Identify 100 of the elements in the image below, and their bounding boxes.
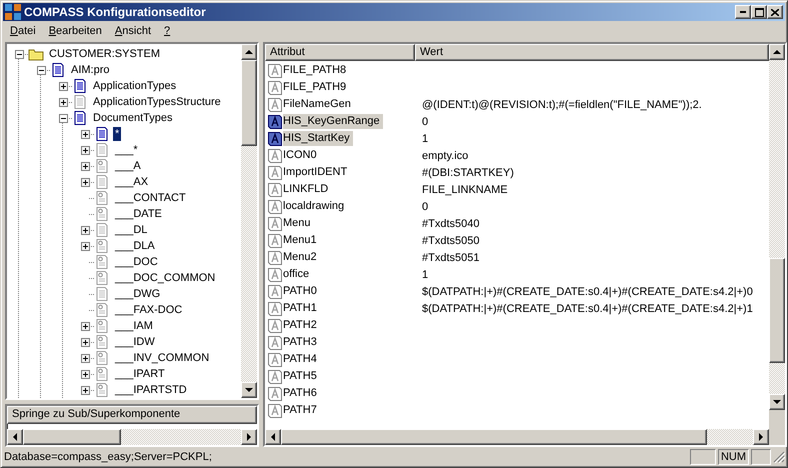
scroll-thumb[interactable] xyxy=(281,429,707,445)
tree-item[interactable]: ___* xyxy=(113,143,140,157)
attribute-name[interactable]: PATH4 xyxy=(283,352,320,367)
attribute-name[interactable]: FILE_PATH9 xyxy=(283,80,350,95)
attribute-value: #(DBI:STARTKEY) xyxy=(421,166,514,178)
expand-toggle-icon[interactable] xyxy=(80,242,90,250)
expand-toggle-icon[interactable] xyxy=(80,386,90,394)
attribute-name[interactable]: Menu2 xyxy=(283,250,320,265)
tree-item[interactable]: ___DOC xyxy=(113,255,160,269)
panel-header: Springe zu Sub/Superkomponente xyxy=(7,406,257,424)
attribute-name[interactable]: Menu1 xyxy=(283,233,320,248)
triangle-down-icon xyxy=(245,388,253,392)
resize-grip-icon xyxy=(773,451,785,463)
minimize-icon xyxy=(740,11,746,13)
attribute-document-icon xyxy=(94,366,110,382)
expand-toggle-icon[interactable] xyxy=(80,370,90,378)
scroll-down-button[interactable] xyxy=(241,382,257,398)
attribute-name[interactable]: HIS_KeyGenRange xyxy=(283,114,383,129)
tree-item[interactable]: * xyxy=(113,127,122,141)
attribute-name[interactable]: PATH7 xyxy=(283,403,320,418)
tree-item[interactable]: ___IDW xyxy=(113,335,157,349)
attribute-document-icon xyxy=(94,158,110,174)
expand-toggle-icon[interactable] xyxy=(80,146,90,154)
expand-toggle-icon[interactable] xyxy=(80,178,90,186)
menu-item[interactable]: Ansicht xyxy=(108,25,158,37)
menu-item[interactable]: Datei xyxy=(3,25,42,37)
scroll-up-button[interactable] xyxy=(769,44,785,60)
attribute-document-icon xyxy=(94,334,110,350)
scroll-thumb[interactable] xyxy=(23,429,121,445)
scroll-right-button[interactable] xyxy=(753,429,769,445)
document-icon xyxy=(94,142,110,158)
attribute-icon xyxy=(267,130,283,146)
attribute-name[interactable]: FileNameGen xyxy=(283,97,354,112)
attribute-value: $(DATPATH:|+)#(CREATE_DATE:s0.4|+)#(CREATE_DATE:s4.2|+)1 xyxy=(421,302,753,314)
scroll-left-button[interactable] xyxy=(7,429,23,445)
attribute-name[interactable]: FILE_PATH8 xyxy=(283,63,350,78)
expand-toggle-icon[interactable] xyxy=(80,338,90,346)
tree-item[interactable]: ___CONTACT xyxy=(113,191,188,205)
collapse-toggle-icon[interactable] xyxy=(36,66,46,74)
tree-item[interactable]: ___A xyxy=(113,159,143,173)
attribute-name[interactable]: ICON0 xyxy=(283,148,320,163)
app-logo-icon xyxy=(5,4,21,20)
attribute-name[interactable]: PATH5 xyxy=(283,369,320,384)
close-icon xyxy=(771,8,779,16)
expand-toggle-icon[interactable] xyxy=(80,162,90,170)
tree-item[interactable]: ___AX xyxy=(113,175,150,189)
scroll-down-button[interactable] xyxy=(769,394,785,410)
attribute-name[interactable]: office xyxy=(283,267,312,282)
document-icon xyxy=(94,286,110,302)
scroll-up-button[interactable] xyxy=(241,44,257,60)
status-text: Database=compass_easy;Server=PCKPL; xyxy=(4,451,213,463)
column-header[interactable]: Wert xyxy=(415,44,769,61)
tree-item[interactable]: ___IAM xyxy=(113,319,155,333)
attribute-name[interactable]: LINKFLD xyxy=(283,182,332,197)
scroll-thumb[interactable] xyxy=(769,258,785,363)
attribute-name[interactable]: PATH3 xyxy=(283,335,320,350)
tree-item[interactable]: ___DOC_COMMON xyxy=(113,271,218,285)
tree-item[interactable]: ___DATE xyxy=(113,207,164,221)
attribute-name[interactable]: PATH6 xyxy=(283,386,320,401)
triangle-right-icon xyxy=(247,433,251,441)
scroll-left-button[interactable] xyxy=(265,429,281,445)
tree-item[interactable]: ___DLA xyxy=(113,239,157,253)
expand-toggle-icon[interactable] xyxy=(58,82,68,90)
attribute-name[interactable]: localdrawing xyxy=(283,199,348,214)
maximize-button[interactable] xyxy=(751,5,767,19)
tree-item[interactable]: ___DL xyxy=(113,223,150,237)
attribute-name[interactable]: ImportIDENT xyxy=(283,165,350,180)
tree-item[interactable]: ___FAX-DOC xyxy=(113,303,184,317)
close-button[interactable] xyxy=(767,5,783,19)
expand-toggle-icon[interactable] xyxy=(80,130,90,138)
triangle-right-icon xyxy=(759,433,763,441)
attribute-name[interactable]: Menu xyxy=(283,216,314,231)
collapse-toggle-icon[interactable] xyxy=(14,50,24,58)
tree-item[interactable]: AIM:pro xyxy=(69,63,112,77)
attribute-name[interactable]: PATH0 xyxy=(283,284,320,299)
tree-item[interactable]: DocumentTypes xyxy=(91,111,174,125)
tree-item[interactable]: ApplicationTypes xyxy=(91,79,178,93)
menu-item[interactable]: ? xyxy=(157,25,176,37)
expand-toggle-icon[interactable] xyxy=(80,322,90,330)
minimize-button[interactable] xyxy=(735,5,751,19)
attribute-name[interactable]: PATH2 xyxy=(283,318,320,333)
document-icon xyxy=(94,222,110,238)
tree-item[interactable]: CUSTOMER:SYSTEM xyxy=(47,47,162,61)
tree-item[interactable]: ApplicationTypesStructure xyxy=(91,95,223,109)
expand-toggle-icon[interactable] xyxy=(58,98,68,106)
collapse-toggle-icon[interactable] xyxy=(58,114,68,122)
scroll-thumb[interactable] xyxy=(241,60,257,146)
scroll-right-button[interactable] xyxy=(241,429,257,445)
attribute-name[interactable]: PATH1 xyxy=(283,301,320,316)
attribute-name[interactable]: HIS_StartKey xyxy=(283,131,353,146)
tree-item[interactable]: ___IPART xyxy=(113,367,167,381)
menu-item[interactable]: Bearbeiten xyxy=(42,25,108,37)
tree-item[interactable]: ___INV_COMMON xyxy=(113,351,212,365)
attribute-value: #Txdts5040 xyxy=(421,218,480,230)
triangle-down-icon xyxy=(773,400,781,404)
column-header[interactable]: Attribut xyxy=(265,44,415,61)
tree-item[interactable]: ___DWG xyxy=(113,287,162,301)
expand-toggle-icon[interactable] xyxy=(80,354,90,362)
tree-item[interactable]: ___IPARTSTD xyxy=(113,383,189,397)
expand-toggle-icon[interactable] xyxy=(80,226,90,234)
